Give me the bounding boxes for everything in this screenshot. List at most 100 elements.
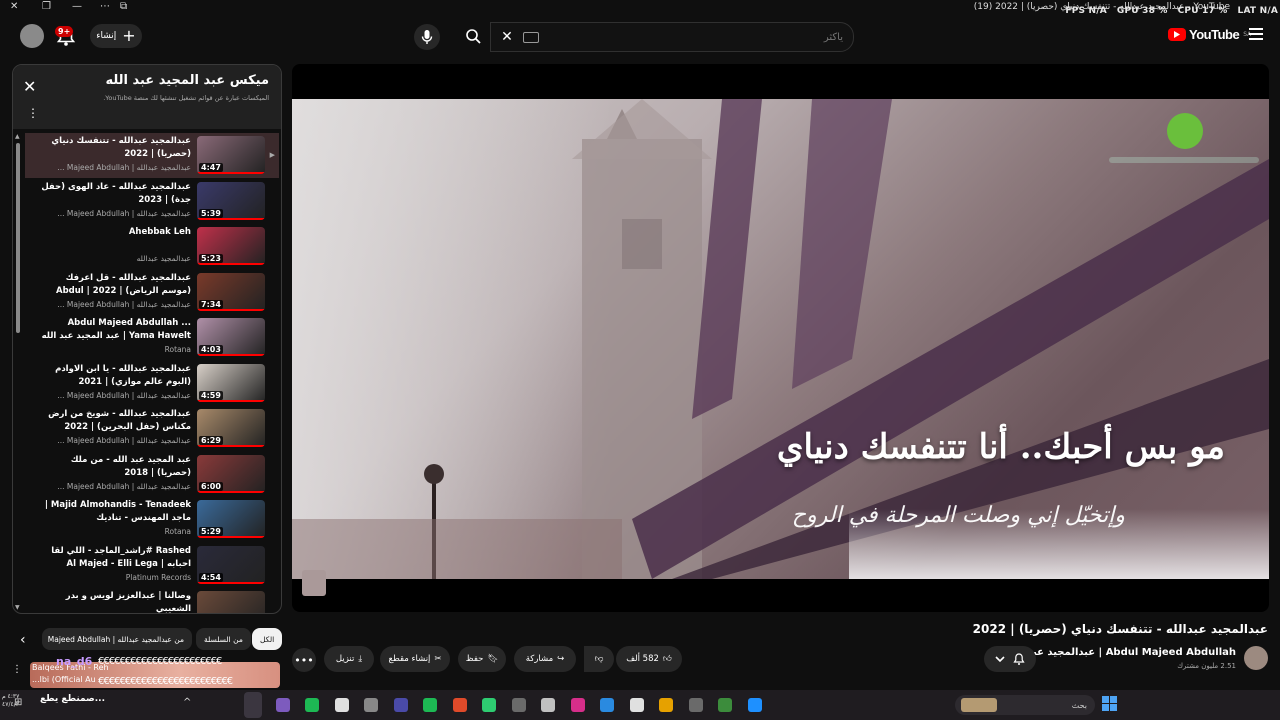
- scroll-up-icon[interactable]: ▲: [15, 133, 20, 140]
- chip-series[interactable]: من السلسلة: [196, 628, 251, 650]
- vlc-taskbar-icon[interactable]: [334, 698, 349, 712]
- playlist-item[interactable]: 4:03 Abdul Majeed Abdullah ... Yama Hawel…: [25, 315, 279, 360]
- playlist-more-icon[interactable]: ⋮: [27, 107, 39, 119]
- settings-taskbar-icon[interactable]: [688, 698, 703, 712]
- tray-clock[interactable]: ٤:٣٧ م ٤٧/٤/٢: [2, 693, 19, 709]
- playlist-item-thumbnail[interactable]: 6:00: [197, 454, 265, 493]
- playlist-item[interactable]: وصالنا | عبدالعزيز لويس و بدر الشعيبي: [25, 588, 279, 613]
- playlist-item[interactable]: 6:29 عبدالمجيد عبدالله - شويخ من ارض مكنا…: [25, 406, 279, 451]
- music-taskbar-icon[interactable]: [570, 698, 585, 712]
- playlist-item[interactable]: 5:29 Majid Almohandis - Tenadeek | ماجد ا…: [25, 497, 279, 542]
- video-frame: مو بس أحبك.. أنا تتنفسك دنياي وإتخيّل إن…: [292, 99, 1269, 579]
- search-button[interactable]: [456, 22, 490, 50]
- obs-taskbar-icon[interactable]: [364, 698, 378, 712]
- watch-progress: [197, 399, 265, 402]
- channel-watermark[interactable]: [302, 570, 326, 596]
- youtube-play-icon: [1168, 28, 1186, 41]
- playlist-item-thumbnail[interactable]: 7:34: [197, 272, 265, 311]
- discord-taskbar-icon[interactable]: [393, 698, 408, 712]
- like-button[interactable]: 👍︎ 582 ألف: [616, 646, 682, 672]
- close-window-icon[interactable]: ✕: [10, 0, 18, 14]
- restore-window-icon[interactable]: ❐: [42, 0, 51, 14]
- window-titlebar: ✕ ❐ — ⋯ ⧉ YouTube - عبدالمجيد عبدالله - …: [0, 0, 1280, 16]
- minimize-window-icon[interactable]: —: [72, 0, 82, 14]
- share-button[interactable]: ↪ مشاركة: [514, 646, 576, 672]
- video-player[interactable]: مو بس أحبك.. أنا تتنفسك دنياي وإتخيّل إن…: [292, 64, 1269, 612]
- taskbar-search[interactable]: بحث: [955, 695, 1095, 715]
- overflow-icon[interactable]: ⋯: [100, 0, 110, 14]
- microphone-icon: [421, 30, 433, 44]
- playlist-item-thumbnail[interactable]: 4:47: [197, 136, 265, 174]
- duration-badge: 5:39: [199, 208, 223, 218]
- download-button[interactable]: ⤓ تنزيل: [324, 646, 374, 672]
- download-icon: ⤓: [358, 654, 363, 664]
- watch-progress: [197, 263, 265, 265]
- clear-search-icon[interactable]: ✕: [499, 29, 515, 45]
- store-taskbar-icon[interactable]: [482, 698, 496, 712]
- watch-progress: [197, 354, 265, 356]
- playlist-item[interactable]: 4:59 عبدالمجيد عبدالله - يا ابن الاوادم (…: [25, 361, 279, 406]
- search-icon: [466, 29, 481, 44]
- browser-taskbar-icon[interactable]: [747, 698, 762, 712]
- tray-weather[interactable]: صمنطع يطع...: [40, 694, 105, 704]
- playlist-item-thumbnail[interactable]: 5:39: [197, 181, 265, 220]
- chip-channel[interactable]: من عبدالمجيد عبدالله | Majeed Abdullah: [42, 628, 192, 650]
- search-input[interactable]: [539, 30, 853, 44]
- playlist-item-thumbnail[interactable]: 4:03: [197, 318, 265, 356]
- playlist-item-thumbnail[interactable]: 5:23: [197, 227, 265, 265]
- playlist-item-thumbnail[interactable]: 6:29: [197, 409, 265, 447]
- windows-start-icon[interactable]: [1102, 696, 1118, 712]
- close-playlist-icon[interactable]: ✕: [23, 77, 36, 96]
- playlist-item[interactable]: ▶ 4:47 عبدالمجيد عبدالله - تتنفسك دنياي (ح…: [25, 133, 279, 178]
- playlist-item-thumbnail[interactable]: [197, 591, 265, 613]
- playlist-item-thumbnail[interactable]: 4:54: [197, 545, 265, 584]
- user-avatar[interactable]: [20, 24, 44, 48]
- chrome-taskbar-icon[interactable]: [541, 698, 555, 712]
- xbox-taskbar-icon[interactable]: [452, 698, 467, 712]
- steam-taskbar-icon[interactable]: [511, 698, 526, 712]
- playlist-item-channel: Platinum Records: [125, 572, 191, 582]
- teams-taskbar-icon[interactable]: [275, 698, 290, 712]
- playlist-scrollbar[interactable]: ▲ ▼: [15, 133, 21, 611]
- lat-stat: LAT N/A: [1237, 6, 1278, 16]
- excel-taskbar-icon[interactable]: [718, 698, 732, 712]
- chip-all[interactable]: الكل: [252, 628, 283, 650]
- playlist-item-thumbnail[interactable]: 5:29: [197, 500, 265, 538]
- playlist-item-channel: عبدالمجيد عبدالله | Majeed Abdullah ...: [57, 208, 191, 218]
- media-taskbar-icon[interactable]: [629, 698, 644, 712]
- chips-prev-icon[interactable]: ‹: [20, 632, 26, 648]
- playlist-item[interactable]: 6:00 عبد المجيد عبد الله - من ملك (حصريا)…: [25, 452, 279, 497]
- channel-name[interactable]: Abdul Majeed Abdullah | عبدالمجيد عبدالل…: [1010, 647, 1236, 658]
- youtube-logo[interactable]: YouTube SA: [1168, 27, 1251, 42]
- save-button[interactable]: 🔖︎ حفظ: [458, 646, 506, 672]
- explorer-taskbar-icon[interactable]: [659, 698, 673, 712]
- more-actions-icon[interactable]: •••: [292, 648, 316, 672]
- playlist-item[interactable]: 4:54 Rashed #راشد_الماجد - اللي لقا احباب…: [25, 543, 279, 588]
- tray-overflow-icon[interactable]: ^: [183, 697, 191, 708]
- edge-taskbar-icon[interactable]: [600, 698, 614, 712]
- create-button[interactable]: إنشاء +: [90, 24, 142, 48]
- taskbar-active-app[interactable]: [244, 692, 262, 718]
- lyric-line-2: وإتخيّل إني وصلت المرحلة في الروح: [791, 503, 1125, 528]
- subscribed-button[interactable]: [984, 646, 1036, 672]
- playlist-item[interactable]: 7:34 عبدالمجيد عبدالله - قل اعرفك (موسم ا…: [25, 270, 279, 315]
- dislike-button[interactable]: 👎︎: [584, 646, 614, 672]
- spotify2-taskbar-icon[interactable]: [305, 698, 319, 712]
- hamburger-menu-icon[interactable]: [1249, 28, 1263, 40]
- scroll-down-icon[interactable]: ▼: [15, 604, 20, 611]
- channel-avatar[interactable]: [1244, 646, 1268, 670]
- spotify-taskbar-icon[interactable]: [423, 698, 437, 712]
- playlist-item[interactable]: 5:23 Ahebbak Leh عبدالمجيد عبدالله: [25, 224, 279, 269]
- playlist-panel: ✕ ⋮ ميكس عبد المجيد عبد الله الميكسات عب…: [12, 64, 282, 614]
- clip-button[interactable]: ✂ إنشاء مقطع: [380, 646, 450, 672]
- scrollbar-thumb[interactable]: [16, 143, 20, 333]
- keyboard-icon[interactable]: [523, 31, 539, 43]
- pip-icon[interactable]: ⧉: [120, 0, 127, 14]
- voice-search-button[interactable]: [414, 24, 440, 50]
- duration-badge: 5:29: [199, 527, 223, 536]
- recommended-more-icon[interactable]: ⋮: [12, 664, 22, 675]
- playlist-item-thumbnail[interactable]: 4:59: [197, 363, 265, 402]
- playlist-item[interactable]: 5:39 عبدالمجيد عبدالله - عاد الهوى (حفل ج…: [25, 179, 279, 224]
- like-count: 582 ألف: [626, 654, 659, 664]
- playlist-item-title: Rashed #راشد_الماجد - اللي لقا احبابه | …: [51, 545, 191, 569]
